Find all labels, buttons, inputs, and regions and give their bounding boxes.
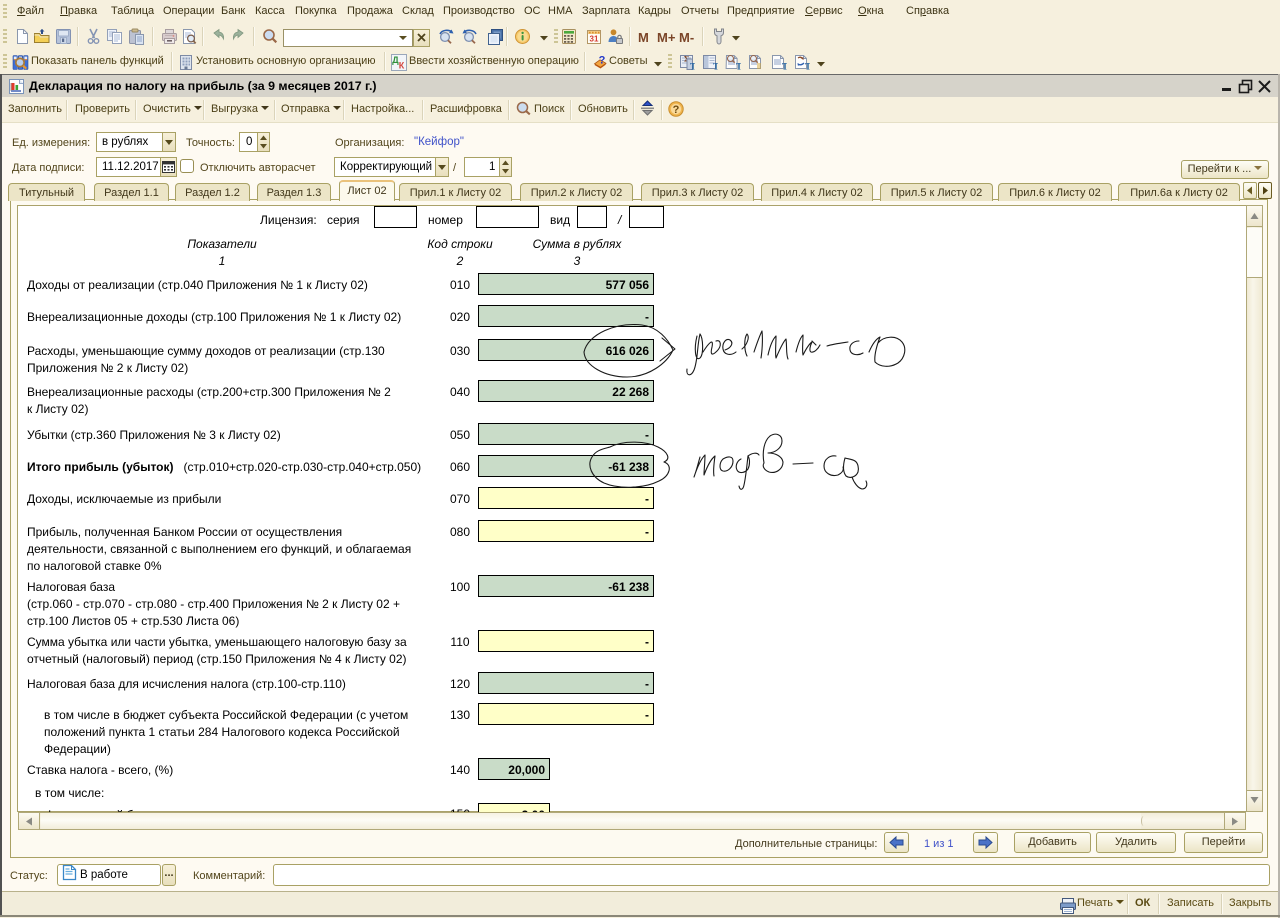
svg-text:T: T (782, 62, 787, 72)
svg-text:31: 31 (590, 35, 599, 44)
svg-text:T: T (713, 62, 718, 72)
svg-text:T: T (690, 62, 695, 72)
svg-text:T: T (805, 62, 810, 72)
svg-text:К: К (399, 61, 405, 71)
svg-text:?: ? (673, 104, 680, 116)
svg-text:?: ? (599, 55, 606, 67)
svg-text:T: T (736, 62, 741, 72)
